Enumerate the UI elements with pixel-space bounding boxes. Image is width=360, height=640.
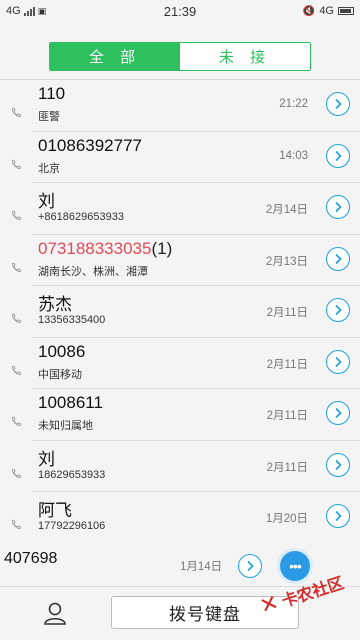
chevron-right-icon [335, 356, 342, 367]
call-list-item[interactable]: 10086 中国移动 2月11日 [12, 338, 360, 389]
call-name: 刘 [38, 187, 55, 212]
chevron-right-icon [335, 407, 342, 419]
call-time: 21:22 [279, 98, 308, 110]
chevron-right-icon [247, 560, 254, 572]
call-name: 10086 [38, 342, 85, 362]
tab-missed[interactable]: 未 接 [180, 43, 310, 70]
call-name: 073188333035(1) [38, 239, 172, 259]
call-time: 1月20日 [265, 513, 308, 525]
call-name: 01086392777 [38, 136, 142, 156]
call-number: 刘 [38, 449, 55, 469]
call-subtitle: 17792296106 [38, 520, 106, 532]
detail-button[interactable] [326, 92, 350, 116]
detail-button[interactable] [326, 195, 350, 219]
call-subtitle: +8618629653933 [38, 211, 124, 223]
call-name: 407698 [4, 550, 58, 567]
phone-icon [12, 313, 22, 323]
chevron-right-icon [335, 150, 342, 161]
call-time: 2月11日 [266, 358, 308, 371]
chevron-right-icon [335, 98, 342, 110]
call-time: 2月13日 [265, 255, 308, 268]
call-list-item[interactable]: 1008611 未知归属地 2月11日 [12, 389, 360, 441]
call-number: 110 [38, 84, 66, 103]
call-number: 苏杰 [38, 295, 72, 314]
call-list-item[interactable]: 刘 18629653933 2月11日 [12, 441, 360, 492]
call-number: 阿飞 [38, 501, 72, 520]
call-list-item[interactable]: 110 匪警 21:22 [12, 80, 360, 132]
call-subtitle: 中国移动 [38, 368, 82, 381]
mute-icon: 🔇 [302, 5, 316, 17]
call-name: 苏杰 [38, 290, 72, 315]
status-right: 🔇 4G [303, 5, 354, 17]
chevron-right-icon [335, 201, 342, 213]
call-name: 1008611 [38, 393, 103, 413]
call-name: 刘 [38, 445, 55, 470]
chevron-right-icon [335, 304, 342, 316]
call-log-list: 110 匪警 21:22 01086392777 北京 14:03 刘 +8618629653… [0, 80, 360, 544]
call-time: 2月11日 [266, 410, 308, 422]
phone-icon [12, 468, 22, 478]
phone-icon [12, 262, 22, 272]
phone-icon [12, 107, 22, 117]
detail-button[interactable] [238, 554, 262, 578]
phone-icon [12, 159, 22, 169]
detail-button[interactable] [326, 401, 350, 425]
phone-icon [12, 416, 22, 426]
call-number: 073188333035 [38, 238, 152, 258]
call-time: 1月14日 [180, 561, 223, 573]
detail-button[interactable] [326, 246, 350, 271]
chevron-right-icon [335, 459, 342, 470]
call-subtitle: 18629653933 [38, 468, 106, 481]
person-icon [44, 602, 66, 625]
phone-icon [12, 210, 22, 220]
tab-all[interactable]: 全 部 [50, 43, 180, 70]
call-time: 14:03 [279, 149, 308, 162]
call-number: 01086392777 [38, 135, 143, 155]
network-type-right: 4G [319, 5, 334, 17]
detail-button[interactable] [326, 452, 350, 477]
call-name: 110 [38, 84, 65, 104]
call-time: 2月11日 [266, 307, 308, 319]
call-list-item[interactable]: 阿飞 17792296106 1月20日 [12, 492, 360, 544]
chevron-right-icon [335, 253, 342, 264]
call-list-item[interactable]: 073188333035(1) 湖南长沙、株洲、湘潭 2月13日 [12, 235, 360, 286]
call-number: 1008611 [38, 393, 103, 412]
call-list-item[interactable]: 01086392777 北京 14:03 [12, 132, 360, 183]
chevron-right-icon [335, 510, 342, 522]
contacts-button[interactable] [40, 599, 70, 629]
call-list-item[interactable]: 苏杰 13356335400 2月11日 [12, 286, 360, 338]
detail-button[interactable] [326, 504, 350, 528]
detail-button[interactable] [326, 298, 350, 322]
call-subtitle: 北京 [38, 162, 60, 175]
missed-count: (1) [151, 238, 173, 258]
phone-icon [12, 365, 22, 375]
call-time: 2月14日 [265, 204, 308, 216]
detail-button[interactable] [326, 349, 350, 374]
detail-button[interactable] [326, 143, 350, 168]
call-list-item[interactable]: 刘 +8618629653933 2月14日 [12, 183, 360, 235]
call-number: 10086 [38, 341, 86, 361]
call-subtitle: 匪警 [38, 111, 60, 123]
call-time: 2月11日 [266, 461, 308, 474]
status-bar: 4G ▣ 21:39 🔇 4G [0, 0, 360, 24]
call-subtitle: 13356335400 [38, 314, 106, 326]
call-number: 刘 [38, 192, 55, 211]
call-subtitle: 湖南长沙、株洲、湘潭 [38, 265, 148, 278]
call-name: 阿飞 [38, 496, 72, 521]
call-subtitle: 未知归属地 [38, 420, 93, 432]
call-filter-tabs: 全 部 未 接 [49, 42, 311, 71]
phone-icon [12, 519, 22, 529]
battery-icon [338, 7, 354, 15]
